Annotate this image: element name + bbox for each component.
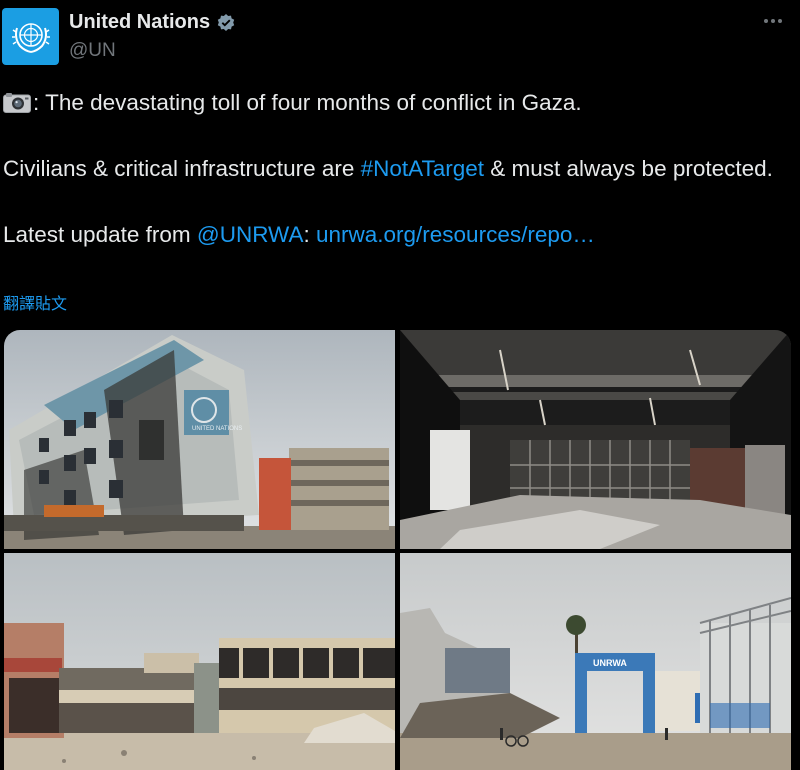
tweet-line-2-start: Civilians & critical infrastructure are [3, 156, 361, 181]
tweet-line-3-colon: : [303, 222, 316, 247]
media-grid: UNITED NATIONS UNRWA [4, 330, 791, 770]
photo-4-unrwa-gate[interactable]: UNRWA [400, 553, 791, 770]
avatar[interactable] [2, 8, 59, 65]
un-emblem-icon [11, 22, 50, 53]
photo-2-burnt-interior[interactable] [400, 330, 791, 549]
user-handle[interactable]: @UN [69, 40, 116, 62]
tweet-line-1: : The devastating toll of four months of… [33, 90, 582, 115]
mention-link[interactable]: @UNRWA [197, 222, 304, 247]
building-sign-text: UNITED NATIONS [192, 426, 242, 432]
photo-3-damaged-school[interactable] [4, 553, 395, 770]
camera-emoji-icon [3, 93, 31, 113]
tweet-header: United Nations @UN [0, 0, 800, 70]
tweet-line-3-start: Latest update from [3, 222, 197, 247]
hashtag-link[interactable]: #NotATarget [361, 156, 484, 181]
tweet-text: : The devastating toll of four months of… [3, 86, 783, 251]
url-link[interactable]: unrwa.org/resources/repo… [316, 222, 595, 247]
more-options-icon[interactable] [764, 14, 788, 28]
display-name[interactable]: United Nations [69, 11, 210, 34]
tweet-line-2-end: & must always be protected. [484, 156, 773, 181]
verified-badge-icon [217, 13, 235, 31]
gate-sign-text: UNRWA [593, 658, 627, 668]
photo-1-burnt-building[interactable]: UNITED NATIONS [4, 330, 395, 549]
translate-post-link[interactable]: 翻譯貼文 [3, 290, 67, 314]
